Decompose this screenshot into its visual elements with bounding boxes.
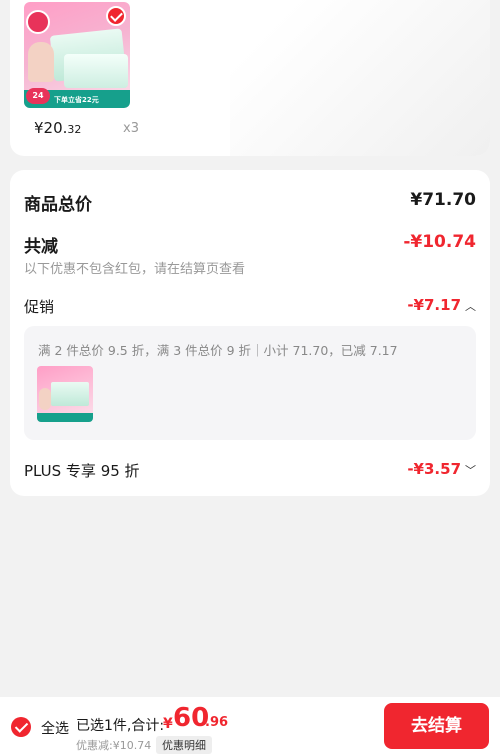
discount-detail-button[interactable]: 优惠明细 [156, 736, 212, 754]
grand-total-int: 60 [173, 703, 210, 733]
promo-description: 满 2 件总价 9.5 折，满 3 件总价 9 折｜小计 71.70，已减 7.… [38, 343, 398, 358]
discount-note-text: 以下优惠不包含红包，请在结算页查看 [24, 262, 246, 277]
chevron-up-icon: ︿ [465, 300, 476, 313]
product-card: 24 下单立省22元 ¥20.32 x3 [10, 0, 490, 156]
promo-product-thumbnail[interactable] [37, 366, 93, 422]
item-price: ¥20.32 [34, 119, 81, 137]
reduce-value: -¥10.74 [403, 232, 476, 252]
card-shade [230, 0, 490, 156]
product-image[interactable]: 24 下单立省22元 [24, 2, 130, 108]
select-all-check-icon[interactable] [11, 717, 31, 737]
checkout-bar: 全选 已选1件,合计: ¥ 60 .96 优惠减:¥10.74 优惠明细 去结算 [0, 697, 500, 755]
total-label: 商品总价 [24, 195, 92, 215]
item-price-int: ¥20. [34, 119, 68, 137]
plus-discount-toggle[interactable]: -¥3.57 ﹀ [407, 460, 476, 478]
grand-total-symbol: ¥ [163, 716, 173, 732]
price-summary-card: 商品总价 ¥71.70 共减 -¥10.74 以下优惠不包含红包，请在结算页查看… [10, 170, 490, 496]
image-badge-number: 24 [26, 88, 50, 104]
promo-toggle[interactable]: -¥7.17 ︿ [407, 296, 476, 314]
thumb-banner-strip [37, 413, 93, 422]
promo-detail-box: 满 2 件总价 9.5 折，满 3 件总价 9 折｜小计 71.70，已减 7.… [24, 326, 476, 440]
product-pack-graphic-2 [64, 54, 128, 88]
brand-badge-icon [26, 10, 50, 34]
thumb-pack-graphic [51, 382, 89, 406]
reduce-label: 共减 [24, 237, 58, 257]
item-quantity: x3 [123, 121, 139, 136]
total-value: ¥71.70 [410, 190, 476, 210]
promo-label: 促销 [24, 298, 55, 316]
chevron-down-icon: ﹀ [465, 464, 476, 477]
bottom-discount-note: 优惠减:¥10.74 [76, 739, 152, 752]
model-figure-graphic [28, 42, 54, 82]
promo-value: -¥7.17 [407, 296, 461, 314]
grand-total-dec: .96 [205, 715, 229, 730]
checkout-button[interactable]: 去结算 [384, 703, 489, 749]
select-all-label[interactable]: 全选 [41, 718, 69, 738]
plus-discount-label: PLUS 专享 95 折 [24, 462, 140, 480]
image-banner-text: 下单立省22元 [54, 96, 99, 104]
thumb-figure-graphic [39, 388, 51, 410]
item-price-dec: 32 [67, 123, 82, 136]
plus-discount-value: -¥3.57 [407, 460, 461, 478]
selected-count-text: 已选1件,合计: [76, 718, 165, 734]
item-selected-check-icon[interactable] [106, 6, 126, 26]
